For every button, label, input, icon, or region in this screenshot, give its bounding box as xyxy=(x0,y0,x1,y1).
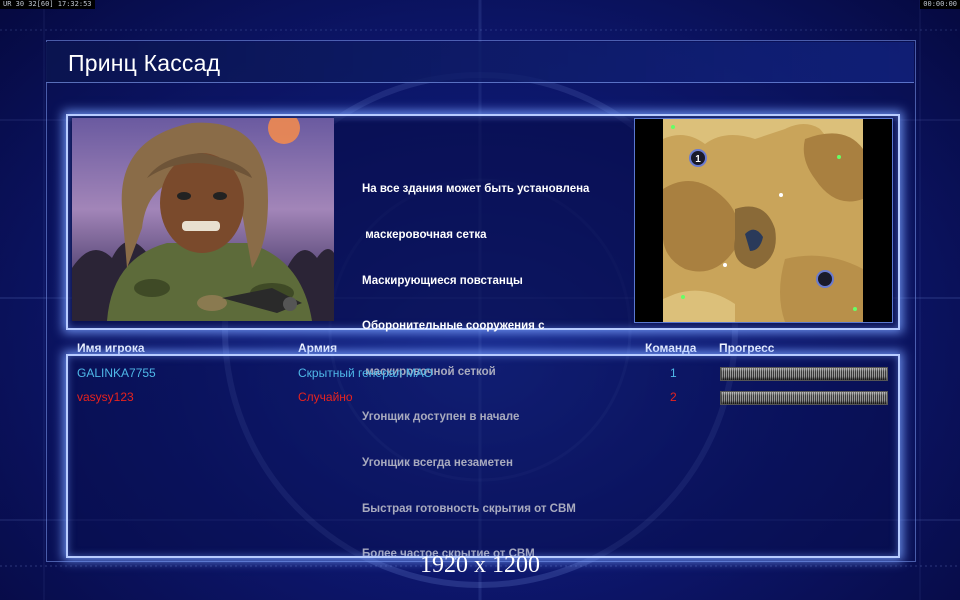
start-marker-label: 1 xyxy=(695,154,701,165)
column-header-progress: Прогресс xyxy=(719,341,775,355)
resolution-label: 1920 x 1200 xyxy=(420,552,540,578)
players-panel xyxy=(66,354,900,558)
portrait-illustration xyxy=(72,118,334,321)
player-team: 1 xyxy=(670,366,677,380)
feature-line: Маскирующиеся повстанцы xyxy=(362,274,523,287)
feature-line: маскеровочная сетка xyxy=(362,229,487,241)
player-team: 2 xyxy=(670,390,677,404)
feature-line: Оборонительные сооружения с xyxy=(362,320,545,333)
feature-line: На все здания может быть установлена xyxy=(362,183,590,196)
player-row: GALINKA7755 Скрытный генерал МАО 1 xyxy=(0,366,960,382)
column-header-player-name: Имя игрока xyxy=(77,341,145,355)
player-army: Случайно xyxy=(298,390,353,404)
general-title: Принц Кассад xyxy=(68,50,221,76)
player-progress-bar xyxy=(720,367,888,381)
column-header-army: Армия xyxy=(298,341,338,355)
player-progress-bar xyxy=(720,391,888,405)
minimap-terrain: 1 xyxy=(635,119,892,322)
clock-overlay: 00:00:00 xyxy=(920,0,960,9)
column-header-team: Команда xyxy=(645,341,697,355)
fps-overlay: UR 30 32[60] 17:32:53 xyxy=(0,0,95,9)
player-name: vasysy123 xyxy=(77,390,134,404)
player-army: Скрытный генерал МАО xyxy=(298,366,433,380)
player-row: vasysy123 Случайно 2 xyxy=(0,390,960,406)
start-position-marker xyxy=(816,270,834,288)
minimap: 1 xyxy=(634,118,893,323)
general-portrait xyxy=(72,118,334,321)
player-name: GALINKA7755 xyxy=(77,366,156,380)
